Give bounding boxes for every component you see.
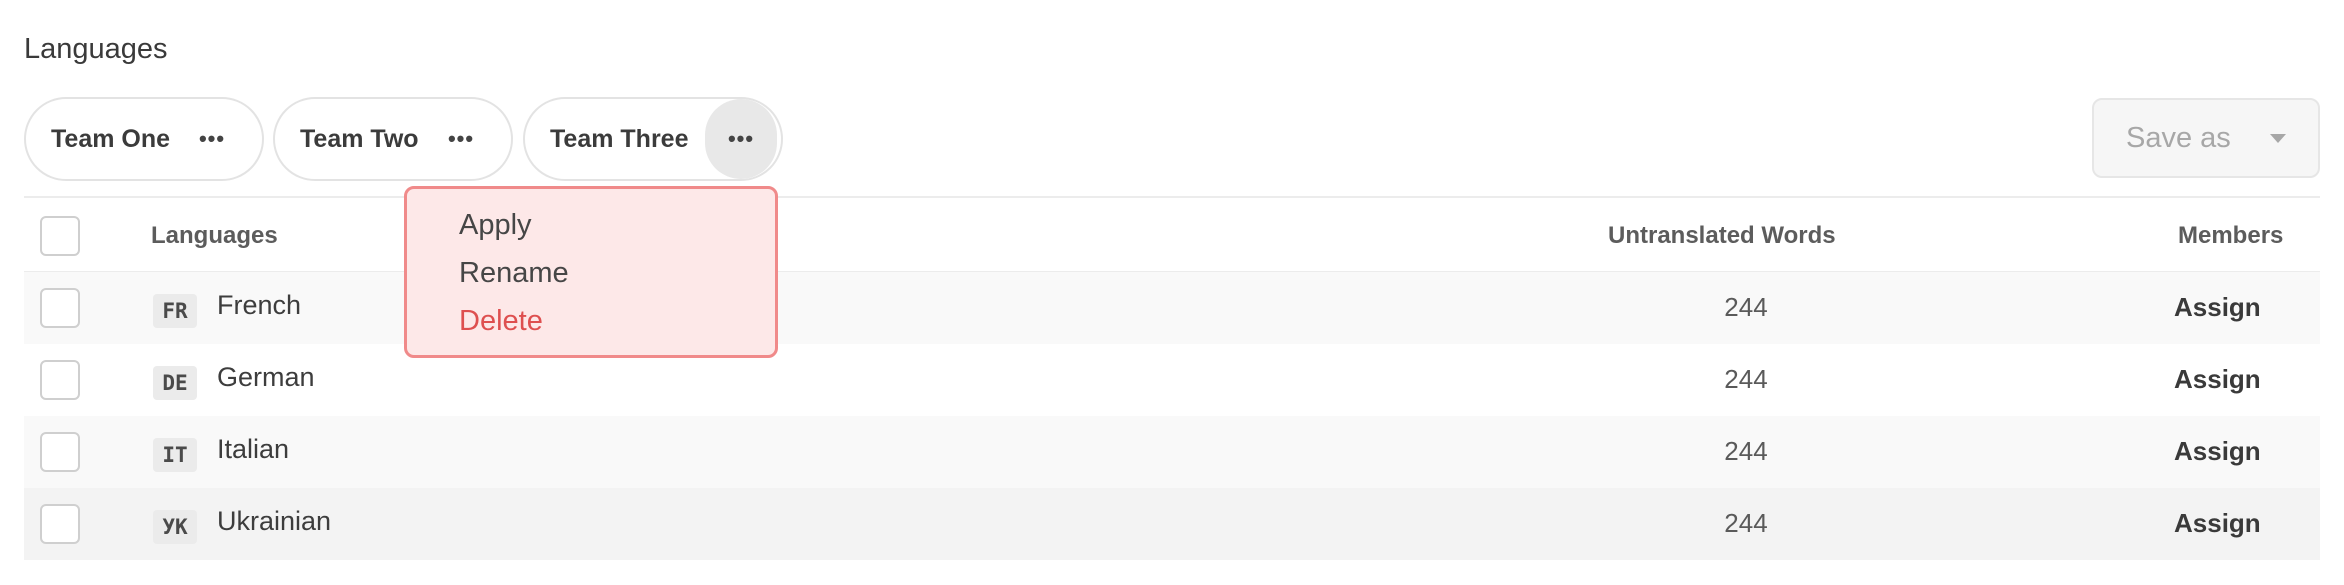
column-header-languages[interactable]: Languages [151, 222, 278, 250]
caret-down-icon[interactable] [2270, 134, 2286, 143]
tab-label: Team Three [550, 124, 689, 153]
table-row[interactable]: УК Ukrainian 244 Assign [24, 488, 2320, 560]
column-header-untranslated[interactable]: Untranslated Words [1608, 222, 1836, 250]
page-title: Languages [24, 33, 168, 65]
row-checkbox[interactable] [40, 288, 80, 328]
language-code-badge: DE [153, 366, 197, 400]
row-checkbox[interactable] [40, 360, 80, 400]
column-header-members[interactable]: Members [2178, 222, 2283, 250]
language-name: Ukrainian [217, 506, 332, 536]
menu-item-rename[interactable]: Rename [459, 257, 569, 290]
assign-button[interactable]: Assign [2174, 508, 2261, 539]
table-row[interactable]: DE German 244 Assign [24, 344, 2320, 416]
more-options-icon[interactable]: ••• [705, 99, 777, 179]
assign-button[interactable]: Assign [2174, 364, 2261, 395]
language-code-badge: FR [153, 294, 197, 328]
more-options-icon[interactable]: ••• [425, 99, 497, 179]
save-as-button[interactable]: Save as [2092, 98, 2320, 178]
tab-team-two[interactable]: Team Two ••• [273, 97, 513, 181]
save-as-label: Save as [2126, 121, 2231, 154]
divider [24, 196, 2320, 198]
tab-label: Team Two [300, 124, 419, 153]
table-row[interactable]: FR French 244 Assign [24, 272, 2320, 344]
tab-team-three[interactable]: Team Three ••• [523, 97, 783, 181]
language-name: French [217, 290, 302, 320]
tab-team-one[interactable]: Team One ••• [24, 97, 264, 181]
tab-label: Team One [51, 124, 171, 153]
language-name: German [217, 362, 315, 392]
row-checkbox[interactable] [40, 504, 80, 544]
language-name: Italian [217, 434, 290, 464]
untranslated-count: 244 [1724, 436, 1768, 466]
menu-item-apply[interactable]: Apply [459, 209, 532, 242]
select-all-checkbox[interactable] [40, 216, 80, 256]
more-options-icon[interactable]: ••• [176, 99, 248, 179]
menu-item-delete[interactable]: Delete [459, 305, 543, 338]
assign-button[interactable]: Assign [2174, 292, 2261, 323]
untranslated-count: 244 [1724, 364, 1768, 394]
language-code-badge: IT [153, 438, 197, 472]
table-row[interactable]: IT Italian 244 Assign [24, 416, 2320, 488]
untranslated-count: 244 [1724, 508, 1768, 538]
row-checkbox[interactable] [40, 432, 80, 472]
language-code-badge: УК [153, 510, 197, 544]
tab-context-menu: Apply Rename Delete [404, 186, 778, 358]
assign-button[interactable]: Assign [2174, 436, 2261, 467]
table-header: Languages Untranslated Words Members [24, 200, 2320, 272]
untranslated-count: 244 [1724, 292, 1768, 322]
